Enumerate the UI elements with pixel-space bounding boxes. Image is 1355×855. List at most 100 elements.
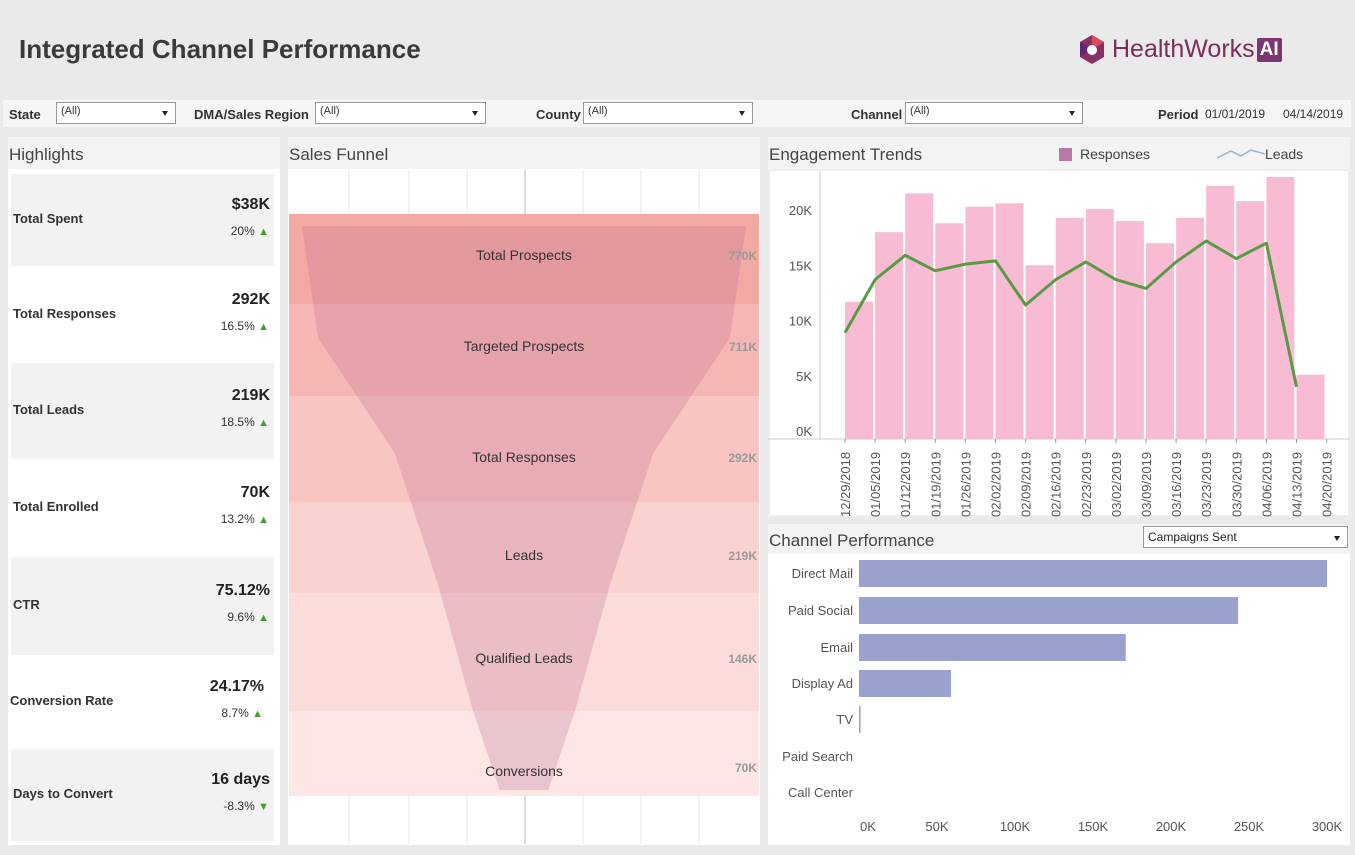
state-filter-value: (All)	[61, 105, 81, 117]
channel-filter-value: (All)	[910, 105, 930, 117]
engagement-y-tick-label: 0K	[796, 424, 812, 439]
period-end[interactable]: 04/14/2019	[1283, 107, 1343, 121]
channel-bar[interactable]	[859, 597, 1239, 624]
funnel-stage-label: Total Responses	[472, 449, 576, 465]
legend-responses-swatch	[1059, 148, 1072, 161]
chevron-down-icon	[1069, 111, 1075, 116]
funnel-stage-value: 70K	[735, 761, 757, 775]
highlight-card: Conversion Rate 24.17% 8.7% ▲	[8, 655, 271, 749]
legend-leads-line-icon	[1216, 149, 1266, 159]
engagement-responses-bar[interactable]	[1085, 208, 1114, 439]
engagement-y-tick-label: 20K	[789, 203, 812, 218]
channel-filter-select[interactable]: (All)	[905, 102, 1083, 124]
funnel-stage-label: Total Prospects	[476, 247, 572, 263]
engagement-responses-bar[interactable]	[1115, 221, 1144, 439]
engagement-x-tick-label: 03/30/2019	[1229, 452, 1244, 517]
engagement-x-tick-label: 01/26/2019	[958, 452, 973, 517]
engagement-trends-panel: Engagement Trends 0K 5K 10K 15K 20K 12/29/201…	[768, 137, 1350, 517]
sales-funnel-header: Sales Funnel	[288, 137, 760, 169]
period-label: Period	[1158, 107, 1199, 122]
engagement-y-tick-label: 10K	[789, 314, 812, 329]
highlight-card: Total Enrolled 70K 13.2% ▲	[11, 459, 274, 557]
highlight-label: CTR	[13, 597, 40, 612]
dma-filter-value: (All)	[320, 105, 340, 117]
highlight-value: 24.17%	[209, 678, 264, 695]
channel-x-tick-label: 0K	[860, 819, 876, 834]
channel-bar[interactable]	[859, 706, 861, 733]
legend-leads[interactable]: Leads	[1216, 146, 1304, 162]
engagement-responses-bar[interactable]	[905, 193, 934, 439]
highlight-change: 16.5% ▲	[221, 319, 269, 333]
chevron-down-icon	[1334, 536, 1340, 541]
channel-bar[interactable]	[859, 634, 1126, 661]
legend-responses[interactable]: Responses	[1059, 146, 1150, 162]
channel-category-label: TV	[836, 712, 853, 727]
engagement-responses-bar[interactable]	[1236, 201, 1265, 439]
engagement-responses-bar[interactable]	[995, 203, 1024, 439]
highlight-change-value: -8.3%	[223, 799, 259, 813]
highlight-value: 219K	[231, 387, 270, 404]
county-filter-label: County	[536, 107, 581, 122]
highlight-change: 9.6% ▲	[227, 610, 269, 624]
engagement-responses-bar[interactable]	[1296, 374, 1325, 439]
dma-filter-label: DMA/Sales Region	[194, 107, 309, 122]
engagement-responses-bar[interactable]	[935, 223, 964, 439]
engagement-trends-title: Engagement Trends	[769, 145, 923, 164]
engagement-responses-bar[interactable]	[875, 232, 904, 439]
channel-metric-select[interactable]: Campaigns Sent	[1143, 526, 1348, 548]
channel-performance-title: Channel Performance	[769, 531, 935, 550]
channel-bar[interactable]	[859, 670, 952, 697]
sales-funnel-chart: Total Prospects 770K Targeted Prospects 711…	[289, 170, 759, 844]
county-filter-select[interactable]: (All)	[583, 102, 753, 124]
state-filter-select[interactable]: (All)	[56, 102, 176, 124]
channel-x-tick-label: 300K	[1312, 819, 1343, 834]
chevron-down-icon	[739, 111, 745, 116]
county-filter-value: (All)	[588, 105, 608, 117]
highlight-card: Total Leads 219K 18.5% ▲	[11, 363, 274, 459]
engagement-responses-bar[interactable]	[1206, 185, 1235, 439]
engagement-responses-bar[interactable]	[1055, 217, 1084, 439]
engagement-y-tick-label: 15K	[789, 258, 812, 273]
highlight-value: 70K	[240, 484, 270, 501]
channel-metric-value: Campaigns Sent	[1148, 530, 1237, 544]
highlight-value: $38K	[231, 196, 270, 213]
engagement-responses-bar[interactable]	[1146, 243, 1174, 439]
filter-bar: State (All) DMA/Sales Region (All) Count…	[3, 100, 1351, 127]
engagement-x-tick-label: 01/12/2019	[898, 452, 913, 517]
arrow-up-icon: ▲	[258, 321, 269, 333]
highlight-change-value: 20%	[230, 224, 259, 238]
channel-x-tick-label: 200K	[1156, 819, 1187, 834]
channel-performance-chart: Direct Mail Paid Social Email Display Ad TV P…	[782, 560, 1343, 834]
channel-category-label: Paid Social	[788, 603, 853, 618]
highlights-header: Highlights	[8, 137, 280, 169]
channel-category-label: Call Center	[788, 785, 854, 800]
channel-bar[interactable]	[859, 560, 1327, 587]
engagement-responses-bar[interactable]	[965, 206, 994, 439]
legend-leads-label: Leads	[1265, 146, 1304, 162]
funnel-stage-value: 292K	[728, 451, 757, 465]
highlight-card: CTR 75.12% 9.6% ▲	[11, 557, 274, 655]
dma-filter-select[interactable]: (All)	[315, 102, 486, 124]
highlight-label: Days to Convert	[13, 786, 113, 801]
logo-mark-icon	[1080, 35, 1104, 64]
arrow-down-icon: ▼	[258, 801, 269, 813]
channel-category-label: Display Ad	[792, 676, 853, 691]
engagement-y-tick-label: 5K	[796, 369, 812, 384]
highlight-card: Total Spent $38K 20% ▲	[11, 174, 274, 266]
period-start[interactable]: 01/01/2019	[1205, 107, 1265, 121]
funnel-stage-label: Conversions	[485, 763, 563, 779]
channel-x-tick-label: 150K	[1078, 819, 1109, 834]
page-title: Integrated Channel Performance	[19, 34, 421, 64]
state-filter-label: State	[9, 107, 41, 122]
highlight-value: 75.12%	[215, 582, 270, 599]
highlight-card: Total Responses 292K 16.5% ▲	[11, 267, 274, 363]
highlights-title: Highlights	[9, 145, 84, 164]
engagement-x-tick-label: 03/02/2019	[1109, 452, 1124, 517]
channel-x-tick-label: 100K	[1000, 819, 1031, 834]
funnel-stage-value: 219K	[728, 549, 757, 563]
channel-category-label: Email	[820, 640, 853, 655]
engagement-x-tick-label: 04/20/2019	[1320, 452, 1335, 517]
funnel-stage-value: 711K	[729, 340, 757, 354]
healthworks-logo: HealthWorks AI	[1075, 33, 1325, 69]
highlight-label: Total Leads	[13, 402, 85, 417]
